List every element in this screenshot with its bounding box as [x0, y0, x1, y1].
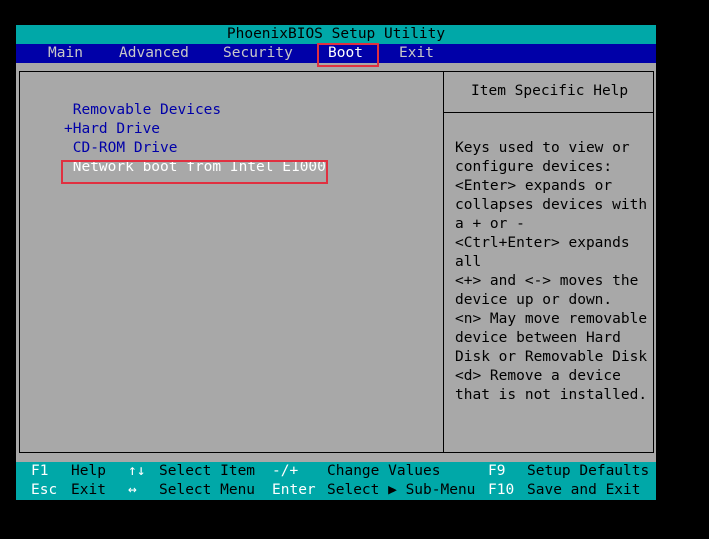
- key-esc: Esc: [31, 482, 58, 498]
- help-line: <n> May move removable: [455, 311, 648, 327]
- menu-advanced[interactable]: Advanced: [119, 44, 189, 63]
- help-line: <Ctrl+Enter> expands: [455, 235, 630, 251]
- key-esc-desc: Exit: [71, 482, 106, 498]
- key-legend: F1 Help ↑↓ Select Item -/+ Change Values…: [16, 462, 656, 500]
- arrows-updown-icon: ↑↓: [128, 463, 146, 479]
- menu-exit[interactable]: Exit: [399, 44, 434, 63]
- menu-security[interactable]: Security: [223, 44, 293, 63]
- menu-main[interactable]: Main: [48, 44, 83, 63]
- boot-item-removable[interactable]: Removable Devices: [64, 101, 221, 120]
- help-line: collapses devices with: [455, 197, 648, 213]
- help-title: Item Specific Help: [471, 83, 629, 99]
- key-f9: F9: [488, 463, 506, 479]
- key-f1: F1: [31, 463, 49, 479]
- key-enter: Enter: [272, 482, 316, 498]
- key-f10-desc: Save and Exit: [527, 482, 641, 498]
- help-line: that is not installed.: [455, 387, 648, 403]
- network-boot-highlight: [61, 160, 328, 184]
- key-minus-plus: -/+: [272, 463, 299, 479]
- key-f9-desc: Setup Defaults: [527, 463, 650, 479]
- help-divider: [444, 112, 653, 113]
- help-line: <d> Remove a device: [455, 368, 621, 384]
- key-f10: F10: [488, 482, 515, 498]
- help-line: all: [455, 254, 482, 270]
- key-change-values-desc: Change Values: [327, 463, 441, 479]
- expand-plus-icon: +: [64, 121, 73, 137]
- boot-item-hard-drive[interactable]: +Hard Drive: [64, 120, 160, 139]
- help-line: configure devices:: [455, 159, 613, 175]
- help-line: <Enter> expands or: [455, 178, 613, 194]
- help-line: <+> and <-> moves the: [455, 273, 639, 289]
- key-select-menu-desc: Select Menu: [159, 482, 256, 498]
- help-line: device between Hard: [455, 330, 621, 346]
- boot-item-cdrom[interactable]: CD-ROM Drive: [64, 139, 178, 158]
- boot-panel: Removable Devices +Hard Drive CD-ROM Dri…: [16, 63, 656, 462]
- help-line: Disk or Removable Disk: [455, 349, 648, 365]
- arrows-leftright-icon: ↔: [128, 482, 137, 498]
- key-select-item-desc: Select Item: [159, 463, 256, 479]
- help-line: a + or -: [455, 216, 525, 232]
- title-bar: PhoenixBIOS Setup Utility: [16, 25, 656, 44]
- help-line: Keys used to view or: [455, 140, 630, 156]
- boot-tab-highlight: [317, 43, 379, 67]
- help-line: device up or down.: [455, 292, 613, 308]
- key-enter-desc: Select ▶ Sub-Menu: [327, 482, 476, 498]
- key-f1-desc: Help: [71, 463, 106, 479]
- window-title: PhoenixBIOS Setup Utility: [226, 26, 446, 42]
